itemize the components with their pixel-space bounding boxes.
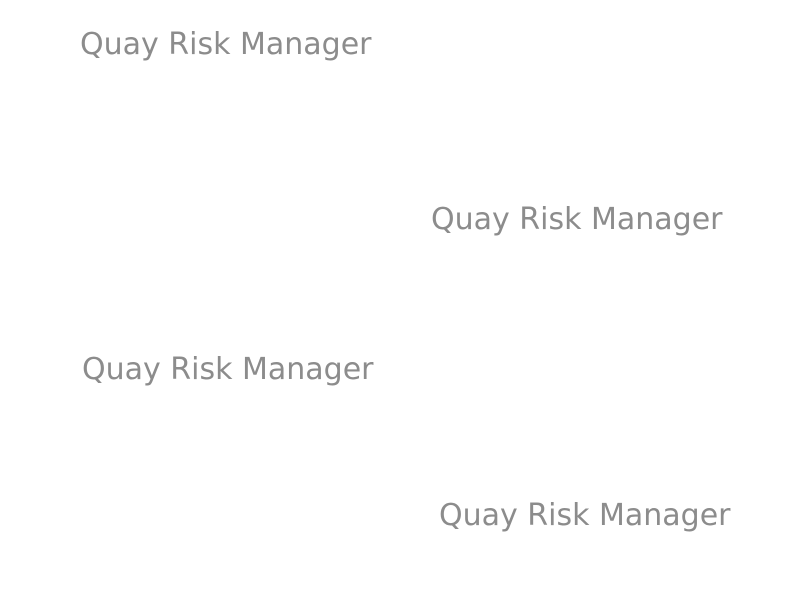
watermark-text: Quay Risk Manager (431, 202, 723, 237)
watermark-text: Quay Risk Manager (82, 352, 374, 387)
watermark-text: Quay Risk Manager (439, 498, 731, 533)
blank-page-with-watermarks: Quay Risk Manager Quay Risk Manager Quay… (0, 0, 800, 600)
watermark-text: Quay Risk Manager (80, 27, 372, 62)
